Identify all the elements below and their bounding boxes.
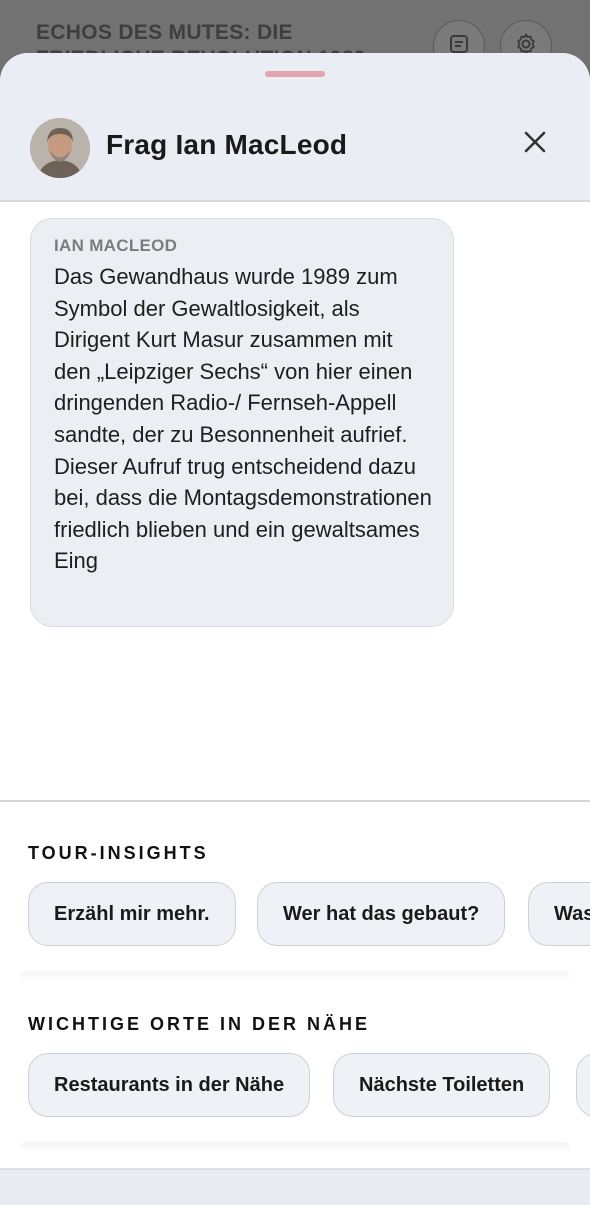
chip-who-built-this[interactable]: Wer hat das gebaut? [257, 882, 506, 946]
ask-guide-sheet: Frag Ian MacLeod IAN MACLEOD Das Gewandh… [0, 53, 590, 1205]
drag-handle[interactable] [265, 71, 325, 77]
input-bar[interactable] [0, 1168, 590, 1205]
nearby-places-label: WICHTIGE ORTE IN DER NÄHE [28, 1014, 371, 1034]
row-shadow [20, 1142, 570, 1152]
tour-insights-label: TOUR-INSIGHTS [28, 843, 209, 863]
suggestions-divider [0, 800, 590, 802]
sheet-title: Frag Ian MacLeod [106, 129, 348, 160]
close-button[interactable] [516, 125, 554, 163]
avatar [30, 118, 90, 178]
message-text: Das Gewandhaus wurde 1989 zum Symbol der… [54, 264, 432, 574]
sheet-header: Frag Ian MacLeod [0, 53, 590, 202]
chip-partial-nearby[interactable] [576, 1053, 590, 1117]
close-icon [524, 131, 546, 158]
chip-tell-me-more[interactable]: Erzähl mir mehr. [28, 882, 236, 946]
chip-restaurants-nearby[interactable]: Restaurants in der Nähe [28, 1053, 311, 1117]
chip-partial[interactable]: Was [528, 882, 590, 946]
chip-nearest-toilets[interactable]: Nächste Toiletten [333, 1053, 551, 1117]
chat-message-bubble: IAN MACLEOD Das Gewandhaus wurde 1989 zu… [30, 218, 454, 627]
message-sender: IAN MACLEOD [54, 236, 178, 255]
row-shadow [20, 971, 570, 981]
